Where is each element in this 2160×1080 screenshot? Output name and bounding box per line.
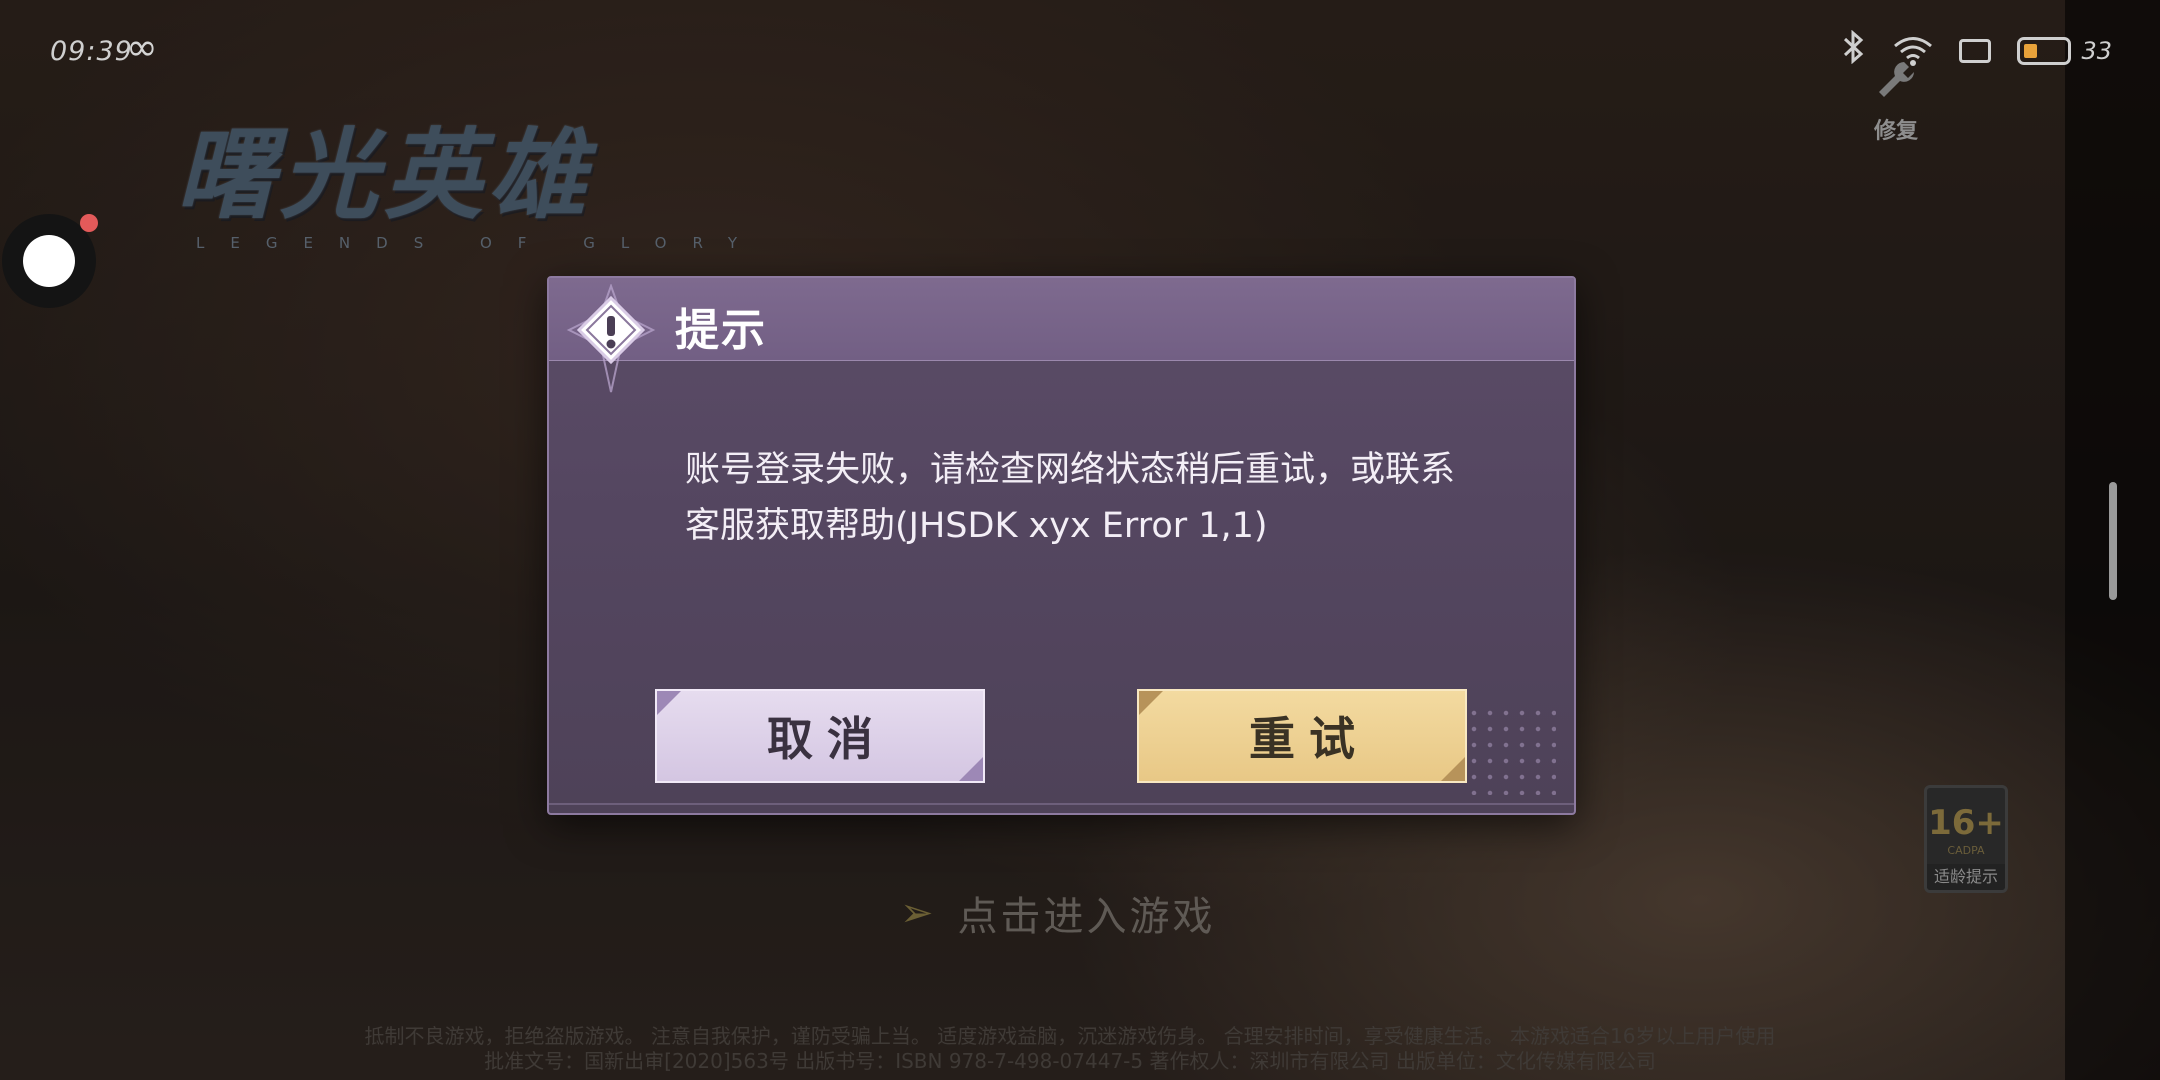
retry-button[interactable]: 重试 — [1137, 689, 1467, 783]
dialog-message: 账号登录失败，请检查网络状态稍后重试，或联系 客服获取帮助(JHSDK xyx … — [685, 442, 1485, 554]
notification-dot — [80, 214, 98, 232]
dialog-bottom-line — [549, 803, 1574, 805]
logo-subtitle: LEGENDS OF GLORY — [196, 234, 764, 252]
battery-fill — [2024, 44, 2038, 58]
repair-button[interactable]: 修复 — [1868, 58, 1924, 145]
infinity-icon: ∞ — [126, 25, 158, 69]
battery-indicator: 33 — [2017, 37, 2112, 65]
floating-ball-inner — [23, 235, 75, 287]
battery-level: 33 — [2081, 37, 2112, 65]
enter-game-label: 点击进入游戏 — [957, 894, 1216, 940]
cancel-button-label: 取消 — [767, 712, 887, 766]
legal-notice-line2: 批准文号：国新出审[2020]563号 出版书号：ISBN 978-7-498-… — [484, 1049, 1656, 1073]
retry-button-label: 重试 — [1249, 712, 1369, 766]
battery-icon — [2017, 37, 2072, 65]
age-rating-label: 适龄提示 — [1927, 864, 2005, 890]
game-logo: 曙光英雄 LEGENDS OF GLORY — [176, 96, 763, 252]
dialog-message-line1: 账号登录失败，请检查网络状态稍后重试，或联系 — [685, 450, 1456, 490]
age-rating-number: 16+ — [1928, 803, 2004, 843]
dialog-title: 提示 — [675, 305, 767, 356]
age-rating-org: CADPA — [1947, 844, 1985, 857]
status-time: 09:39 — [50, 36, 133, 67]
dialog-message-line2: 客服获取帮助(JHSDK xyx Error 1,1) — [685, 506, 1268, 546]
decorative-dot-grid — [1466, 705, 1556, 795]
enter-game-button[interactable]: ➢ 点击进入游戏 — [900, 884, 1216, 942]
warning-icon — [561, 283, 661, 396]
repair-label: 修复 — [1873, 119, 1918, 144]
logo-title: 曙光英雄 — [176, 119, 593, 233]
cancel-button[interactable]: 取消 — [655, 689, 985, 783]
arrow-right-icon: ➢ — [900, 890, 934, 936]
age-rating-badge[interactable]: 16+ CADPA 适龄提示 — [1924, 785, 2008, 893]
tablet-icon — [1959, 39, 1992, 63]
wrench-icon — [1868, 58, 1924, 109]
side-scroll-indicator[interactable] — [2109, 482, 2117, 600]
error-dialog: 提示 账号登录失败，请检查网络状态稍后重试，或联系 客服获取帮助(JHSDK x… — [547, 276, 1576, 815]
bluetooth-icon — [1839, 29, 1867, 72]
